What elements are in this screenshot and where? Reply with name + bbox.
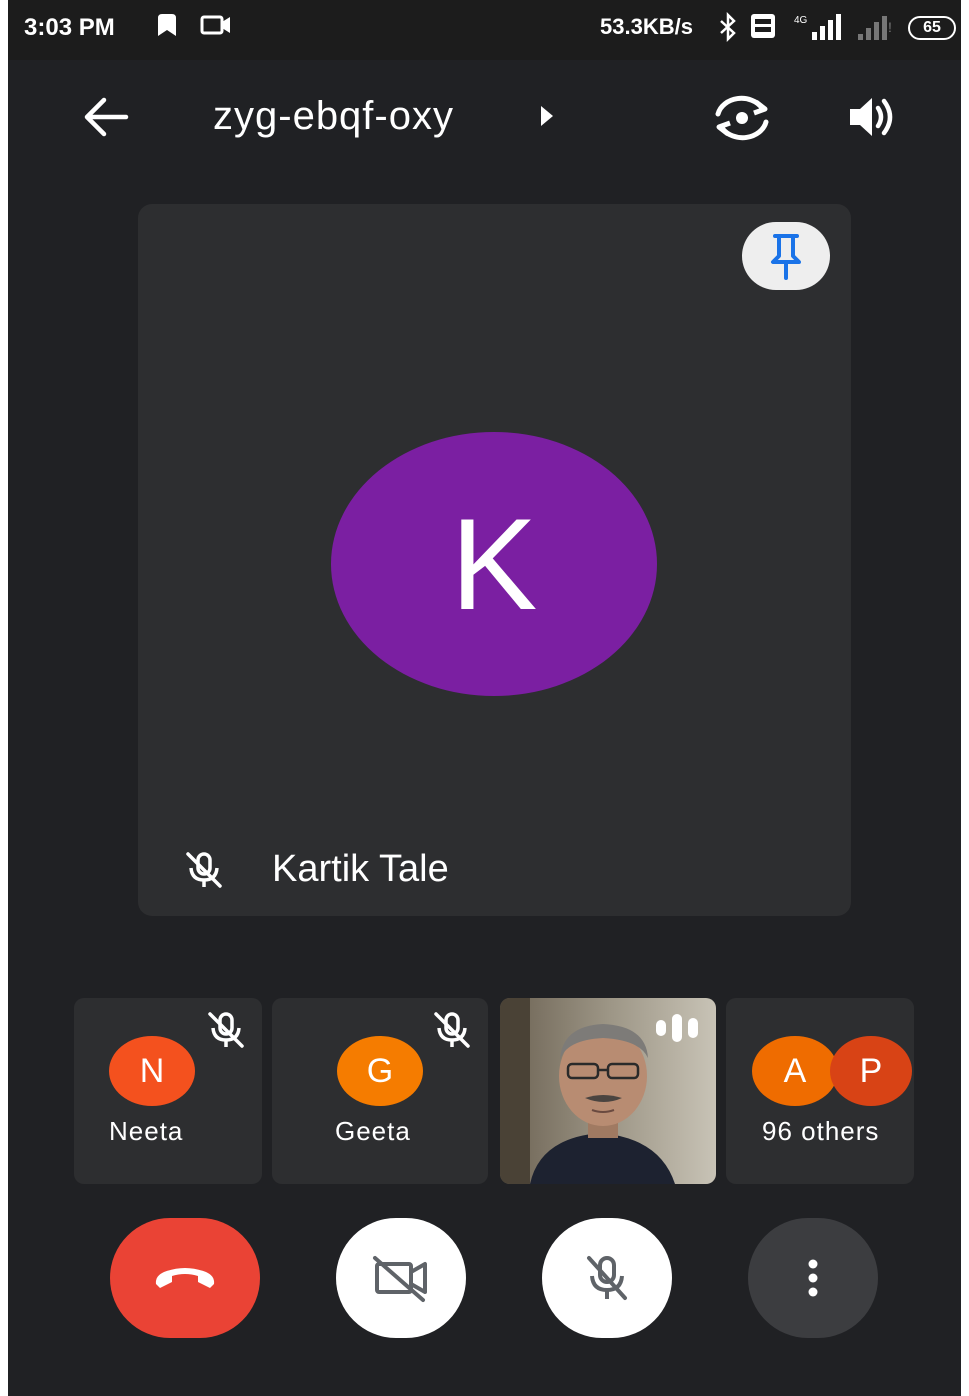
participant-tile-neeta[interactable]: N Neeta xyxy=(74,998,262,1184)
svg-text:4G: 4G xyxy=(794,15,808,26)
main-participant-name: Kartik Tale xyxy=(272,848,449,890)
caret-right-icon[interactable] xyxy=(538,104,556,133)
main-participant-label: Kartik Tale xyxy=(138,834,851,904)
speaker-button[interactable] xyxy=(844,92,900,147)
camera-switch-icon xyxy=(715,95,769,141)
more-options-button[interactable] xyxy=(748,1218,878,1338)
participant-video-tile[interactable] xyxy=(500,998,716,1184)
call-top-bar: zyg-ebqf-oxy xyxy=(8,70,961,160)
call-controls xyxy=(8,1218,961,1338)
arrow-left-icon xyxy=(84,97,129,137)
mic-off-icon xyxy=(430,1010,474,1055)
hang-up-icon xyxy=(155,1268,215,1288)
main-participant-tile[interactable]: K Kartik Tale xyxy=(138,204,851,916)
pin-button[interactable] xyxy=(742,222,830,290)
battery-indicator: 65 xyxy=(908,16,956,40)
status-time: 3:03 PM xyxy=(24,14,115,41)
video-call-icon xyxy=(200,12,232,43)
signal-icon: ! xyxy=(856,12,896,47)
end-call-button[interactable] xyxy=(110,1218,260,1338)
mic-off-icon xyxy=(182,850,226,895)
main-participant-avatar: K xyxy=(331,432,657,696)
camera-toggle-button[interactable] xyxy=(336,1218,466,1338)
participant-avatar: P xyxy=(830,1036,912,1106)
volte-icon xyxy=(750,12,776,45)
mic-off-icon xyxy=(204,1010,248,1055)
pin-icon xyxy=(771,234,801,280)
status-bar: 3:03 PM 53.3KB/s 4G ! 65 xyxy=(8,0,961,60)
video-off-icon xyxy=(373,1256,427,1302)
notification-icon xyxy=(156,12,178,43)
participant-name: Neeta xyxy=(109,1116,184,1146)
participant-avatar: A xyxy=(752,1036,838,1106)
participant-strip: N Neeta G Geeta A P 96 others xyxy=(74,998,914,1184)
participant-video-feed xyxy=(500,998,716,1184)
more-vert-icon xyxy=(808,1259,818,1297)
participant-tile-others[interactable]: A P 96 others xyxy=(726,998,914,1184)
svg-text:!: ! xyxy=(888,19,892,35)
bluetooth-icon xyxy=(718,11,738,47)
others-count-label: 96 others xyxy=(762,1116,880,1146)
meet-call-screen: 3:03 PM 53.3KB/s 4G ! 65 zyg-ebqf-oxy K … xyxy=(8,0,961,1396)
participant-name: Geeta xyxy=(335,1116,411,1146)
mic-off-icon xyxy=(587,1256,627,1300)
back-button[interactable] xyxy=(78,92,134,142)
switch-camera-button[interactable] xyxy=(710,92,774,149)
participant-tile-geeta[interactable]: G Geeta xyxy=(272,998,488,1184)
participant-avatar: G xyxy=(337,1036,423,1106)
network-speed: 53.3KB/s xyxy=(600,14,693,39)
mic-toggle-button[interactable] xyxy=(542,1218,672,1338)
meeting-code[interactable]: zyg-ebqf-oxy xyxy=(213,94,454,139)
speaker-icon xyxy=(850,98,893,136)
signal-4g-icon: 4G xyxy=(790,12,846,47)
participant-avatar: N xyxy=(109,1036,195,1106)
